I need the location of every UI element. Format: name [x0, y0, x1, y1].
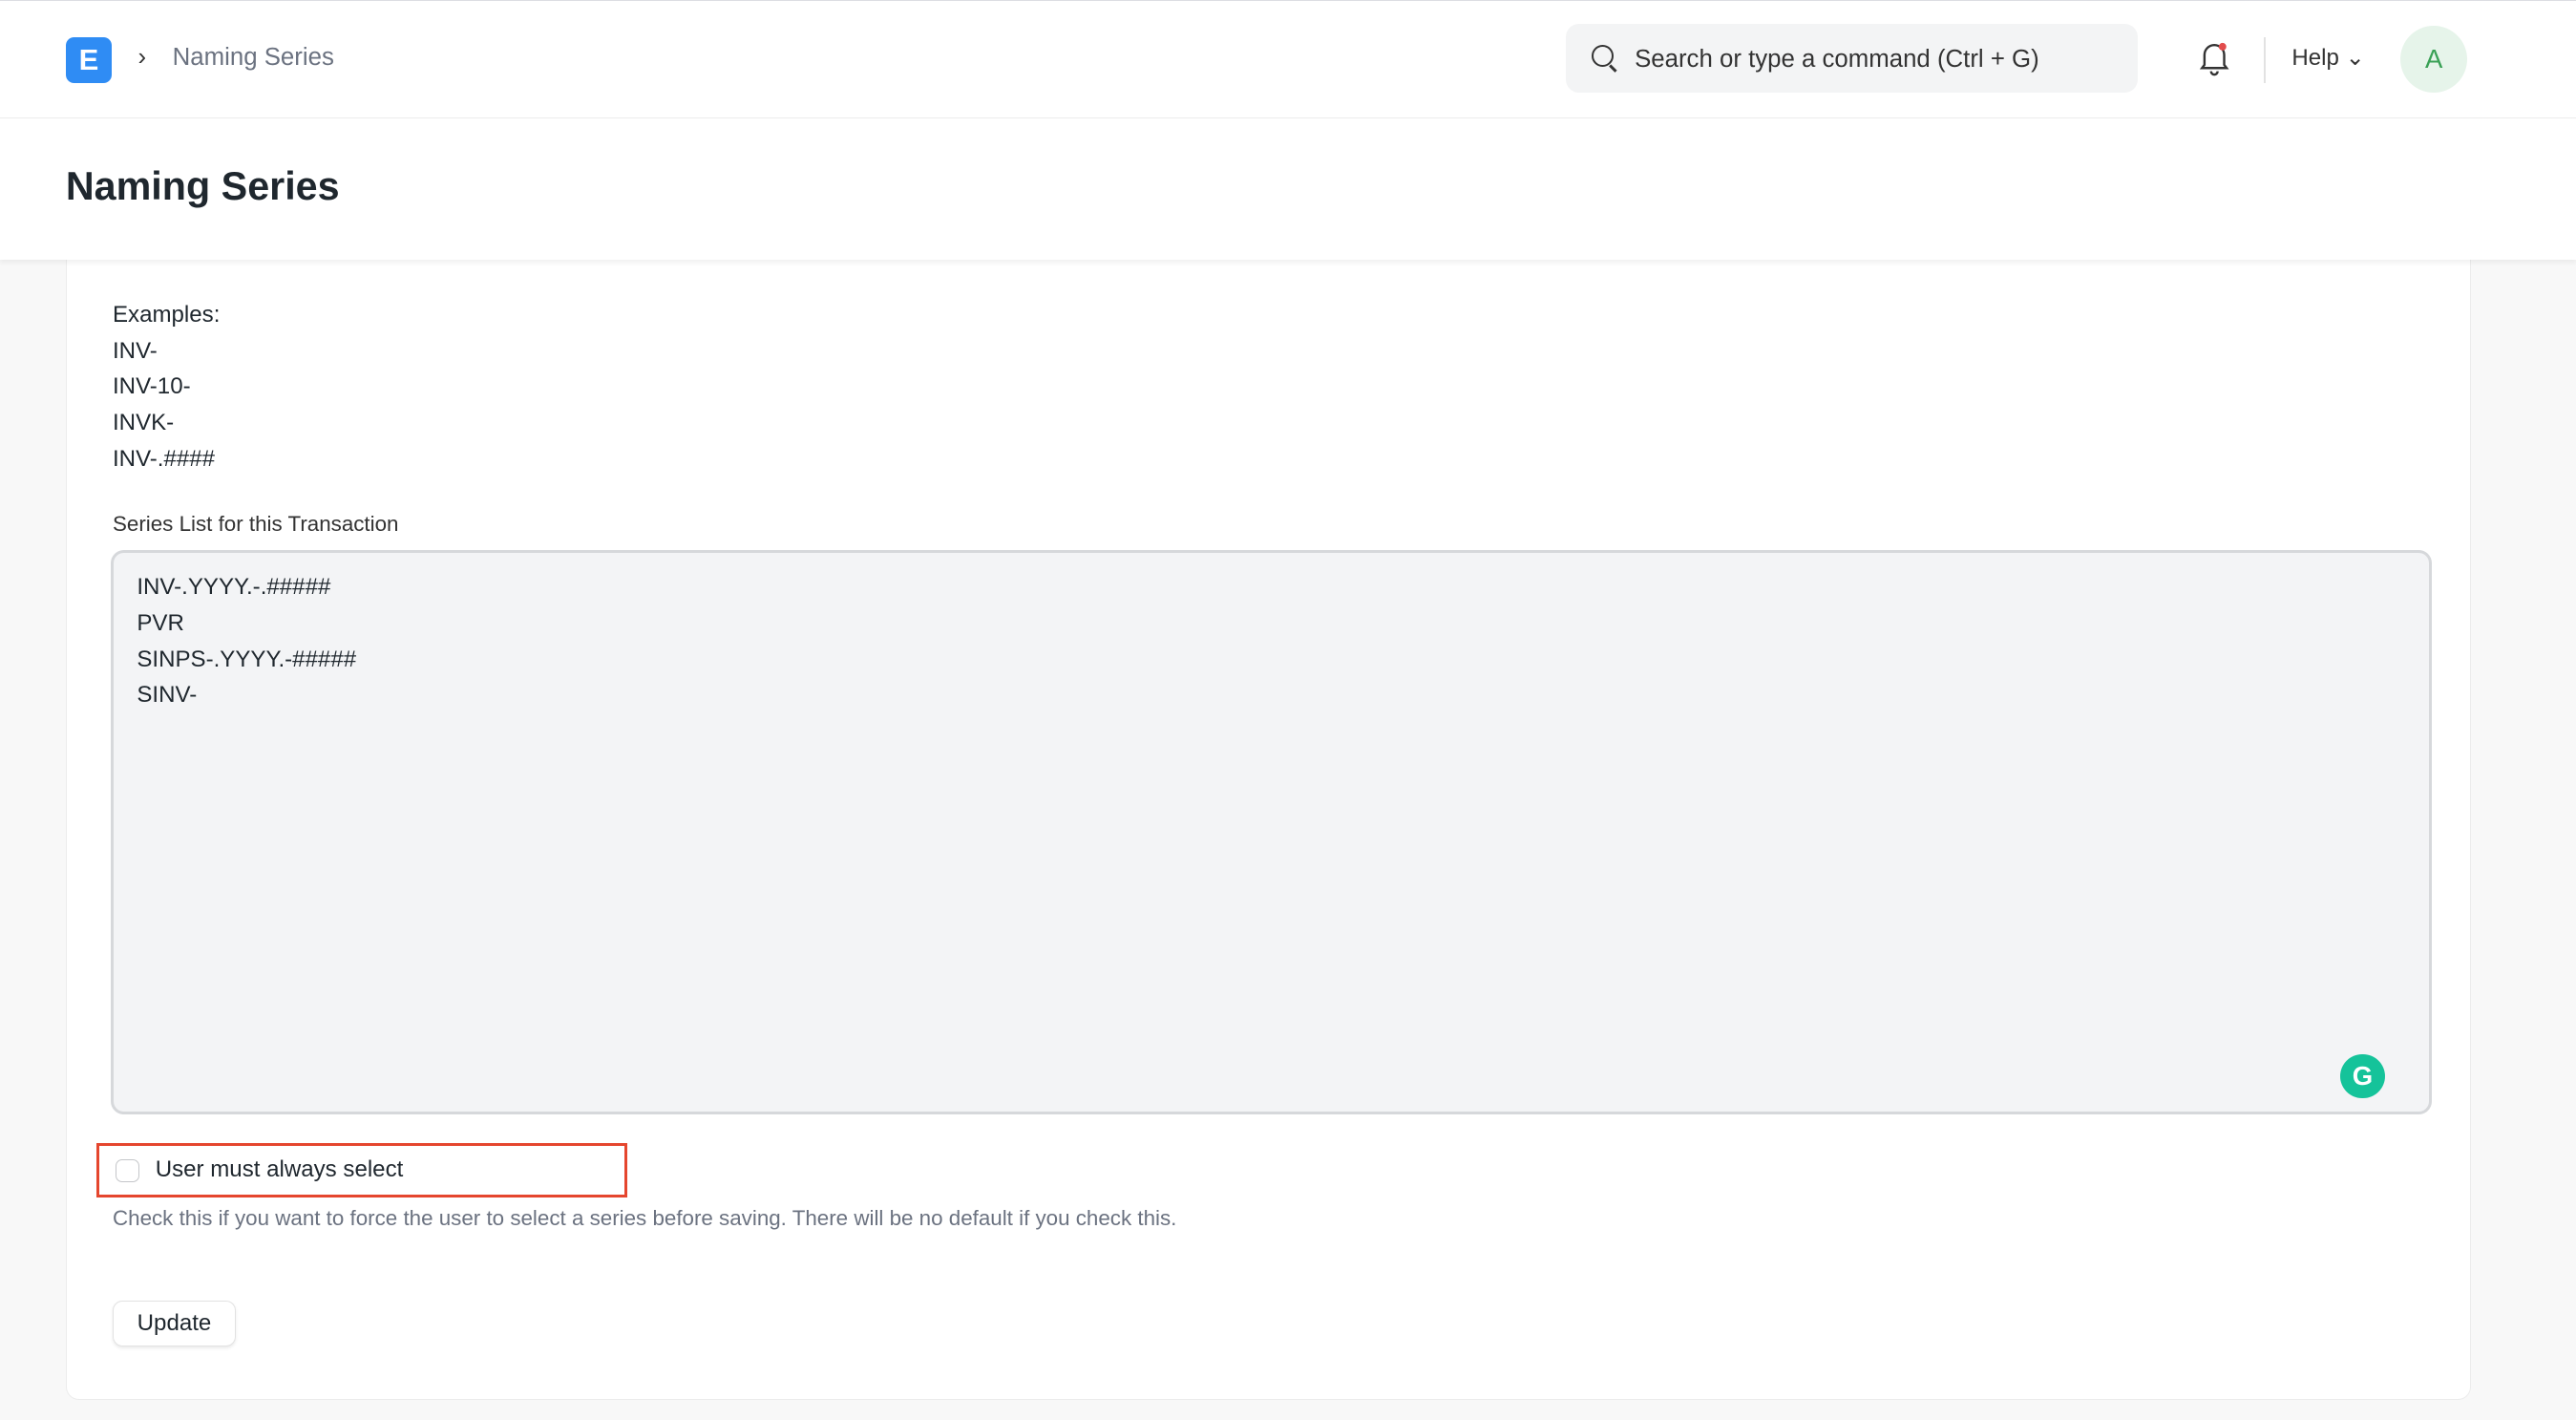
grammarly-icon[interactable]: G [2340, 1053, 2385, 1099]
breadcrumb-naming-series[interactable]: Naming Series [173, 44, 334, 72]
user-must-always-select-checkbox[interactable] [116, 1159, 139, 1183]
help-label: Help [2291, 44, 2339, 71]
examples-line: INVK- [112, 410, 175, 436]
checkbox-label[interactable]: User must always select [156, 1156, 404, 1183]
examples-line: INV- [112, 337, 158, 364]
examples-line: INV-10- [112, 373, 191, 400]
examples-line: INV-.#### [112, 446, 216, 473]
app-logo[interactable]: E [65, 36, 112, 84]
help-dropdown[interactable]: Help ⌄ [2291, 44, 2364, 72]
series-list-textarea[interactable] [111, 549, 2432, 1114]
form-card: Examples: INV- INV-10- INVK- INV-.#### S… [65, 229, 2472, 1401]
update-button[interactable]: Update [112, 1301, 237, 1347]
chevron-right-icon: › [137, 43, 147, 71]
examples-text: Examples: INV- INV-10- INVK- INV-.#### [113, 297, 220, 477]
avatar[interactable]: A [2399, 25, 2468, 94]
page-title: Naming Series [65, 164, 340, 209]
page-header: Naming Series [0, 117, 2576, 260]
search-input[interactable] [1631, 24, 2115, 96]
examples-line: Examples: [112, 301, 221, 328]
navbar-divider [2264, 36, 2266, 84]
chevron-down-icon: ⌄ [2345, 44, 2365, 71]
search-icon [1592, 45, 1615, 68]
navbar: E › Naming Series Help ⌄ A [0, 0, 2576, 119]
search-bar[interactable] [1565, 24, 2138, 96]
bell-icon[interactable] [2198, 40, 2230, 76]
series-list-label: Series List for this Transaction [112, 512, 399, 537]
checkbox-description: Check this if you want to force the user… [112, 1206, 1177, 1231]
